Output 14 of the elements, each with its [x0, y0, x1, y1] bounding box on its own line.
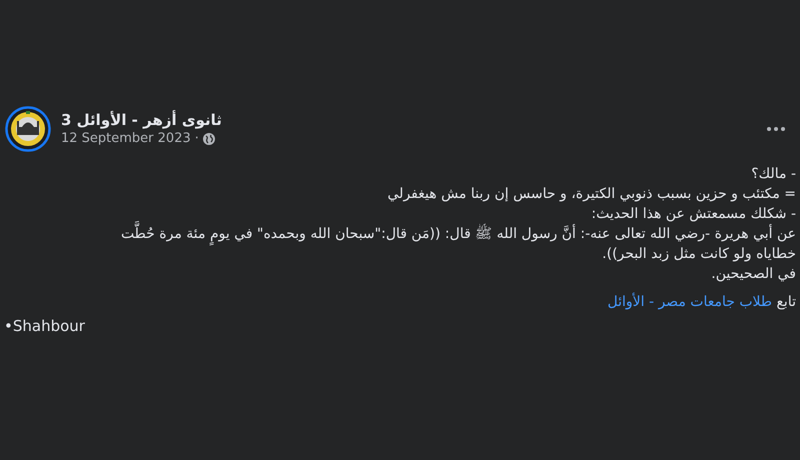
follow-text: تابع طلاب جامعات مصر - الأوائل [607, 292, 796, 312]
signature-text: •Shahbour [4, 317, 85, 335]
avatar-logo-icon[interactable] [5, 106, 51, 152]
post-text-line: = مكتئب و حزين بسبب ذنوبي الكتيرة، و حاسس إن ربنا مش هيغفرلي [388, 185, 796, 204]
post-text-line: خطاياه ولو كانت مثل زبد البحر)). [602, 245, 796, 264]
post-text-line: - شكلك مسمعتش عن هذا الحديث: [591, 205, 796, 224]
post-text-line: في الصحيحين. [711, 265, 796, 284]
post-text-line: - مالك؟ [751, 165, 796, 184]
author-name[interactable]: ثانوى أزهر - الأوائل 3 [61, 110, 222, 130]
globe-icon [202, 133, 215, 145]
page-link[interactable]: طلاب جامعات مصر - الأوائل [607, 294, 772, 310]
more-options-icon[interactable] [766, 126, 786, 132]
post-date[interactable]: 12 September 2023 [61, 130, 191, 148]
separator-dot: · [194, 130, 199, 148]
